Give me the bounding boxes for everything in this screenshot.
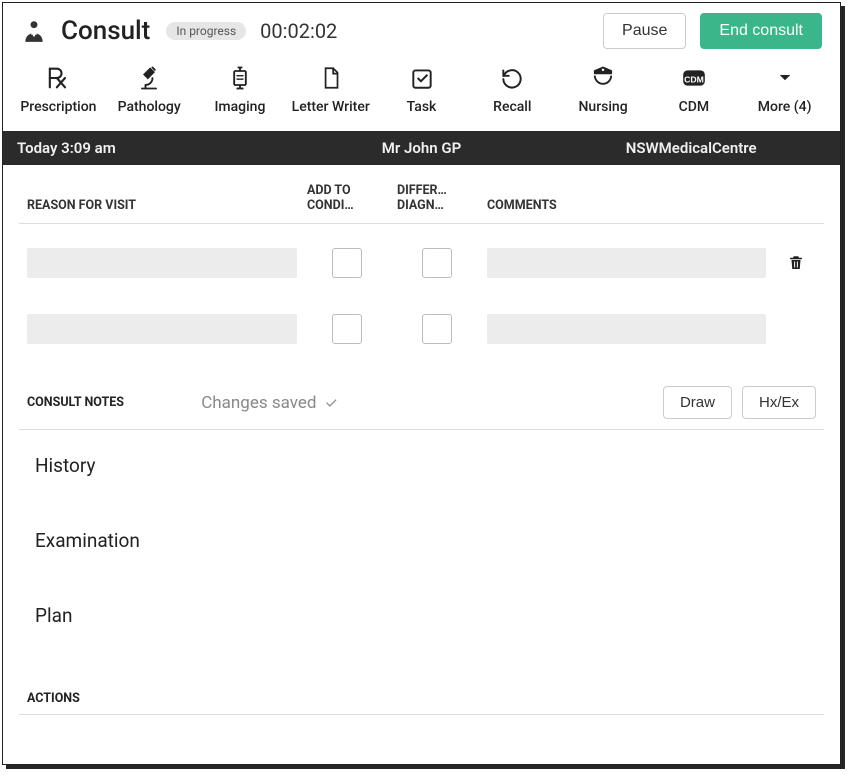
status-badge: In progress — [166, 22, 246, 40]
plan-field[interactable]: Plan — [19, 580, 824, 655]
tool-label: Task — [407, 99, 437, 115]
rfv-col-reason: REASON FOR VISIT — [27, 198, 297, 213]
tool-label: Imaging — [214, 99, 265, 115]
doctor-icon — [21, 18, 47, 44]
consult-timer: 00:02:02 — [260, 19, 337, 43]
comments-input[interactable] — [487, 314, 766, 344]
info-time: Today 3:09 am — [17, 139, 287, 157]
delete-row-button[interactable] — [776, 254, 816, 272]
tool-label: Pathology — [118, 99, 181, 115]
header: Consult In progress 00:02:02 Pause End c… — [3, 3, 840, 53]
rfv-col-diff: DIFFER… DIAGN… — [397, 183, 477, 213]
nursing-icon — [588, 63, 618, 93]
consult-notes-label: CONSULT NOTES — [27, 395, 124, 410]
page-title: Consult — [61, 16, 150, 46]
rx-icon — [43, 63, 73, 93]
document-icon — [316, 63, 346, 93]
task-icon — [407, 63, 437, 93]
reason-input[interactable] — [27, 248, 297, 278]
info-provider: Mr John GP — [287, 139, 557, 157]
rfv-col-add: ADD TO CONDI… — [307, 183, 387, 213]
tool-label: CDM — [679, 99, 710, 115]
examination-field[interactable]: Examination — [19, 505, 824, 580]
tool-label: More (4) — [758, 99, 812, 115]
tool-prescription[interactable]: Prescription — [13, 57, 104, 121]
tool-nursing[interactable]: Nursing — [558, 57, 649, 121]
diff-diagnosis-checkbox[interactable] — [422, 248, 452, 278]
cdm-icon: CDM — [679, 63, 709, 93]
end-consult-button[interactable]: End consult — [700, 13, 822, 49]
tool-label: Nursing — [578, 99, 627, 115]
toolbar: Prescription Pathology Imaging Letter Wr… — [3, 53, 840, 131]
tool-recall[interactable]: Recall — [467, 57, 558, 121]
rfv-body — [19, 224, 824, 362]
notes-header: CONSULT NOTES Changes saved Draw Hx/Ex — [19, 362, 824, 430]
tool-label: Letter Writer — [292, 99, 370, 115]
add-condition-checkbox[interactable] — [332, 314, 362, 344]
add-condition-checkbox[interactable] — [332, 248, 362, 278]
trash-icon — [787, 254, 805, 272]
save-status-text: Changes saved — [201, 393, 316, 413]
recall-icon — [497, 63, 527, 93]
history-field[interactable]: History — [19, 430, 824, 505]
check-icon — [324, 396, 338, 410]
tool-letter-writer[interactable]: Letter Writer — [285, 57, 376, 121]
chevron-down-icon — [770, 63, 800, 93]
rfv-row — [27, 230, 816, 296]
svg-text:CDM: CDM — [684, 74, 704, 84]
reason-input[interactable] — [27, 314, 297, 344]
tool-label: Recall — [493, 99, 531, 115]
diff-diagnosis-checkbox[interactable] — [422, 314, 452, 344]
pause-button[interactable]: Pause — [603, 13, 686, 49]
draw-button[interactable]: Draw — [663, 386, 732, 419]
info-clinic: NSWMedicalCentre — [556, 139, 826, 157]
tool-cdm[interactable]: CDM CDM — [648, 57, 739, 121]
tool-task[interactable]: Task — [376, 57, 467, 121]
hx-ex-button[interactable]: Hx/Ex — [742, 386, 816, 419]
tool-label: Prescription — [20, 99, 96, 115]
content: REASON FOR VISIT ADD TO CONDI… DIFFER… D… — [3, 165, 840, 764]
rfv-col-comments: COMMENTS — [487, 198, 766, 213]
info-bar: Today 3:09 am Mr John GP NSWMedicalCentr… — [3, 131, 840, 165]
consult-window: Consult In progress 00:02:02 Pause End c… — [2, 2, 841, 765]
imaging-icon — [225, 63, 255, 93]
rfv-header-row: REASON FOR VISIT ADD TO CONDI… DIFFER… D… — [19, 165, 824, 224]
save-status: Changes saved — [201, 393, 338, 413]
actions-section-label: ACTIONS — [19, 655, 824, 715]
tool-more[interactable]: More (4) — [739, 57, 830, 121]
tool-pathology[interactable]: Pathology — [104, 57, 195, 121]
microscope-icon — [134, 63, 164, 93]
tool-imaging[interactable]: Imaging — [195, 57, 286, 121]
comments-input[interactable] — [487, 248, 766, 278]
rfv-row — [27, 296, 816, 362]
